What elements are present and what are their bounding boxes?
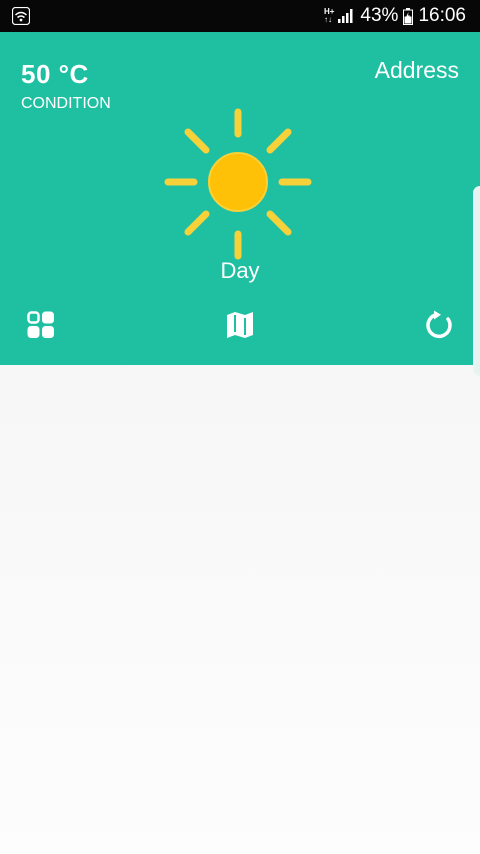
clock: 16:06	[418, 5, 466, 26]
refresh-icon[interactable]	[425, 310, 455, 340]
drawer-handle[interactable]	[473, 186, 480, 376]
battery-icon	[403, 7, 414, 25]
network-activity-label: ↑↓	[323, 15, 332, 24]
address-label[interactable]: Address	[375, 57, 459, 84]
battery-percent: 43%	[360, 5, 399, 26]
temperature: 50 °C	[21, 59, 89, 89]
grid-icon[interactable]	[26, 310, 56, 340]
wifi-icon	[12, 7, 30, 25]
sun-icon	[164, 108, 312, 260]
signal-icon	[338, 9, 353, 23]
status-bar: H+ ↑↓ 43% 16:06	[0, 0, 480, 32]
network-type: H+ ↑↓	[324, 8, 334, 24]
status-indicators: H+ ↑↓ 43% 16:06	[324, 0, 466, 32]
condition-label: CONDITION	[21, 95, 111, 112]
weather-header: 50 °C CONDITION Address Day	[0, 32, 480, 365]
day-period-label: Day	[220, 258, 260, 283]
map-icon[interactable]	[225, 310, 255, 340]
